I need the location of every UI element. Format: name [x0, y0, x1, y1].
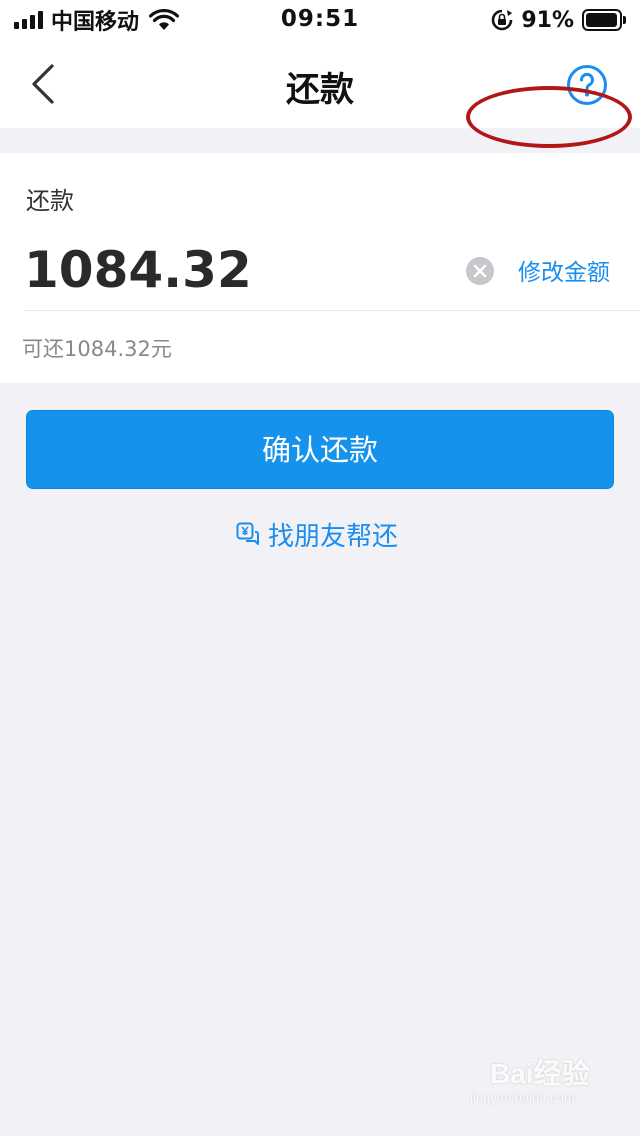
page-title: 还款 [286, 70, 354, 110]
battery-percent: 91% [521, 7, 574, 33]
watermark-brand: Bai经验 [490, 1058, 590, 1089]
confirm-repay-button[interactable]: 确认还款 [26, 410, 614, 489]
friend-help-link[interactable]: 找朋友帮还 [236, 514, 398, 554]
status-right: 91% [491, 6, 626, 34]
amount-row: 修改金额 [24, 233, 640, 311]
amount-input[interactable] [24, 235, 444, 305]
status-bar: 中国移动 09:51 91% [0, 0, 640, 40]
baidu-jingyan-watermark: Bai经验 jingyan.baidu.com [470, 1044, 610, 1114]
repay-label: 还款 [26, 187, 74, 215]
clear-icon[interactable] [466, 257, 494, 285]
yuan-chat-icon [236, 522, 259, 545]
modify-amount-link[interactable]: 修改金额 [518, 253, 610, 287]
navigation-bar: 还款 [0, 40, 640, 128]
repay-card: 还款 修改金额 可还1084.32元 [0, 153, 640, 383]
friend-help-label: 找朋友帮还 [268, 521, 399, 552]
rotation-lock-icon [492, 9, 513, 31]
help-button[interactable] [566, 64, 608, 106]
question-circle-icon [567, 65, 607, 105]
available-amount-text: 可还1084.32元 [22, 337, 172, 361]
battery-icon [582, 9, 626, 31]
watermark-url: jingyan.baidu.com [470, 1090, 575, 1105]
